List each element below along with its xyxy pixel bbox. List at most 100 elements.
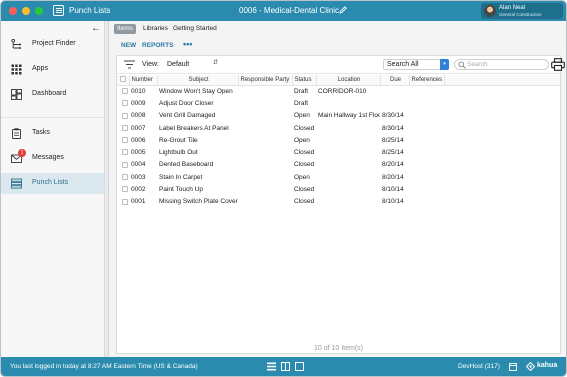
- row-checkbox[interactable]: [122, 149, 128, 156]
- column-header-subject[interactable]: Subject: [157, 75, 239, 86]
- devhost-label: DevHost (317): [458, 363, 500, 370]
- cell-references: [409, 196, 444, 208]
- row-checkbox[interactable]: [122, 124, 128, 131]
- cell-subject: Paint Touch Up: [159, 186, 203, 194]
- row-checkbox[interactable]: [122, 112, 128, 119]
- table-row[interactable]: 0004 Dented Baseboard Closed 8/20/14: [117, 159, 560, 171]
- cell-location: [316, 183, 380, 195]
- app-title: Punch Lists: [69, 6, 111, 15]
- sidebar-item-label: Messages: [32, 154, 64, 161]
- column-header-location[interactable]: Location: [316, 75, 381, 86]
- cell-select: [117, 134, 129, 146]
- cell-filler: [444, 97, 560, 109]
- search-scope-select[interactable]: Search All ▾: [383, 59, 449, 70]
- table-row[interactable]: 0001 Missing Switch Plate Cover Closed 8/10…: [117, 196, 560, 208]
- table-row[interactable]: 0002 Paint Touch Up Closed 8/10/14: [117, 183, 560, 195]
- sidebar-item-project-finder[interactable]: Project Finder: [1, 34, 104, 55]
- cell-select: [117, 196, 129, 208]
- app-window: Punch Lists 0006 - Medical-Dental Clinic…: [0, 0, 567, 377]
- sidebar-item-messages[interactable]: 1 Messages: [1, 148, 104, 169]
- maximize-window-button[interactable]: [35, 7, 43, 15]
- calendar-icon[interactable]: [509, 362, 517, 371]
- cell-location: Main Hallway 1st Floor: [318, 112, 380, 120]
- document-title: 0006 - Medical-Dental Clinic: [239, 6, 340, 15]
- cell-filler: [444, 159, 560, 171]
- avatar: [484, 5, 496, 17]
- user-menu[interactable]: Alan Neal General Construction: [481, 3, 563, 19]
- cell-filler: [444, 196, 560, 208]
- table-row[interactable]: 0003 Stain In Carpet Open 8/20/14: [117, 171, 560, 183]
- table-row[interactable]: 0005 Lightbulb Out Closed 8/25/14: [117, 146, 560, 158]
- new-button[interactable]: NEW: [121, 42, 136, 49]
- cell-references: [409, 183, 444, 195]
- cell-location: [316, 97, 380, 109]
- cell-due: 8/25/14: [382, 136, 404, 144]
- table-row[interactable]: 0009 Adjust Door Closer Draft: [117, 97, 560, 109]
- tab-items[interactable]: Items: [114, 24, 136, 34]
- cell-status: Closed: [294, 161, 315, 169]
- sidebar-item-apps[interactable]: Apps: [1, 59, 104, 80]
- close-window-button[interactable]: [9, 7, 17, 15]
- cell-select: [117, 171, 129, 183]
- column-header-responsible-party[interactable]: Responsible Party: [238, 75, 293, 86]
- cell-responsible-party: [238, 134, 292, 146]
- split-view-icon[interactable]: [281, 362, 290, 371]
- row-checkbox[interactable]: [122, 88, 128, 95]
- row-checkbox[interactable]: [122, 174, 128, 180]
- row-checkbox[interactable]: [122, 198, 128, 205]
- cell-number: 0003: [131, 173, 146, 181]
- pencil-icon[interactable]: [338, 5, 348, 15]
- sidebar-item-punch-lists[interactable]: Punch Lists: [1, 173, 104, 194]
- cell-number: 0008: [131, 112, 146, 120]
- column-header-references[interactable]: References: [409, 75, 445, 86]
- more-actions-button[interactable]: •••: [183, 39, 192, 49]
- column-header-number[interactable]: Number: [129, 75, 158, 86]
- cell-select: [117, 122, 129, 134]
- cell-subject: Window Won't Stay Open: [159, 87, 233, 95]
- cell-due: 8/30/14: [382, 112, 404, 120]
- search-input[interactable]: [467, 60, 545, 69]
- cell-due: [380, 85, 409, 97]
- row-checkbox[interactable]: [122, 161, 128, 168]
- sidebar-item-tasks[interactable]: Tasks: [1, 123, 104, 144]
- cell-number: 0009: [131, 99, 146, 107]
- cell-select: [117, 85, 129, 97]
- back-arrow-icon[interactable]: ←: [91, 23, 101, 34]
- cell-select: [117, 183, 129, 195]
- cell-filler: [444, 183, 560, 195]
- filter-icon[interactable]: [124, 60, 135, 69]
- list-view-icon[interactable]: [267, 362, 276, 371]
- table-row[interactable]: 0007 Label Breakers At Panel Closed 8/30/14: [117, 122, 560, 134]
- cell-location: CORRIDOR-010: [318, 87, 367, 95]
- column-header-due[interactable]: Due: [380, 75, 410, 86]
- cell-filler: [444, 171, 560, 183]
- cell-location: [316, 122, 380, 134]
- kahua-logo-icon: [526, 362, 535, 371]
- search-box[interactable]: [454, 59, 549, 70]
- chevron-down-icon[interactable]: ▾: [440, 59, 449, 70]
- printer-icon[interactable]: [551, 58, 565, 71]
- reports-button[interactable]: REPORTS: [142, 42, 173, 49]
- table-row[interactable]: 0008 Vent Grill Damaged Open Main Hallway 1…: [117, 110, 560, 122]
- cell-status: Closed: [294, 149, 315, 157]
- sidebar-item-dashboard[interactable]: Dashboard: [1, 84, 104, 105]
- minimize-window-button[interactable]: [22, 7, 30, 15]
- up-down-caret-icon[interactable]: ⇵: [213, 59, 218, 66]
- cell-due: 8/10/14: [382, 198, 404, 206]
- tab-getting-started[interactable]: Getting Started: [173, 24, 217, 34]
- select-all-checkbox[interactable]: [120, 76, 126, 83]
- row-checkbox[interactable]: [122, 100, 128, 107]
- table-row[interactable]: 0006 Re-Grout Tile Open 8/25/14: [117, 134, 560, 146]
- cell-subject: Adjust Door Closer: [159, 99, 214, 107]
- cell-responsible-party: [238, 196, 292, 208]
- cell-filler: [444, 110, 560, 122]
- tab-libraries[interactable]: Libraries: [143, 24, 168, 34]
- column-header-status[interactable]: Status: [292, 75, 317, 86]
- cell-subject: Lightbulb Out: [159, 149, 198, 157]
- table-row[interactable]: 0010 Window Won't Stay Open Draft CORRIDOR-…: [117, 85, 560, 97]
- row-checkbox[interactable]: [122, 186, 128, 193]
- cell-status: Closed: [294, 186, 315, 194]
- cell-status: Draft: [294, 99, 309, 107]
- row-checkbox[interactable]: [122, 137, 128, 144]
- detail-view-icon[interactable]: [295, 362, 304, 371]
